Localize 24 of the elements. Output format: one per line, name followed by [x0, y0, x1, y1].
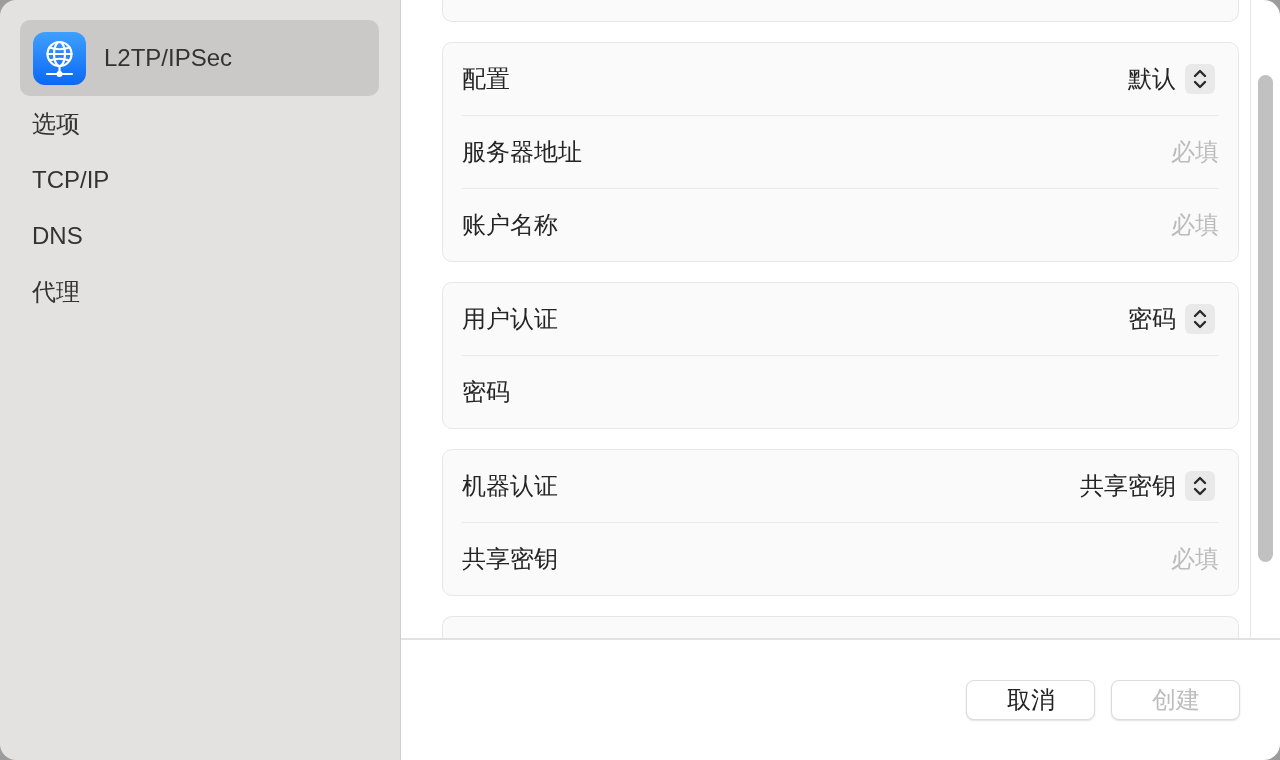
popup-button[interactable]: 密码 — [1128, 303, 1219, 335]
popup-button[interactable]: 默认 — [1128, 63, 1219, 95]
globe-icon — [33, 31, 86, 85]
sidebar-item[interactable]: TCP/IP — [20, 152, 379, 208]
chevron-updown-icon — [1185, 471, 1215, 501]
popup-button[interactable]: 共享密钥 — [1080, 470, 1219, 502]
input-field[interactable]: 必填 — [939, 539, 1219, 579]
input-field[interactable]: 必填 — [939, 132, 1219, 172]
sidebar-item[interactable]: 选项 — [20, 96, 379, 152]
field-label: 用户认证 — [462, 304, 558, 334]
scrollbar-thumb[interactable] — [1258, 75, 1273, 562]
field-label: 机器认证 — [462, 471, 558, 501]
dialog-button[interactable]: 取消 — [966, 680, 1095, 720]
field-label: 账户名称 — [462, 210, 558, 240]
field-label: 服务器地址 — [462, 137, 582, 167]
sidebar-item[interactable]: L2TP/IPSec — [20, 20, 379, 96]
field-label: 共享密钥 — [462, 544, 558, 574]
chevron-updown-icon — [1185, 304, 1215, 334]
input-field[interactable]: 必填 — [939, 205, 1219, 245]
chevron-updown-icon — [1185, 64, 1215, 94]
sidebar-item[interactable]: 代理 — [20, 264, 379, 320]
field-label: 配置 — [462, 64, 510, 94]
sidebar-item[interactable]: DNS — [20, 208, 379, 264]
field-label: 密码 — [462, 377, 510, 407]
